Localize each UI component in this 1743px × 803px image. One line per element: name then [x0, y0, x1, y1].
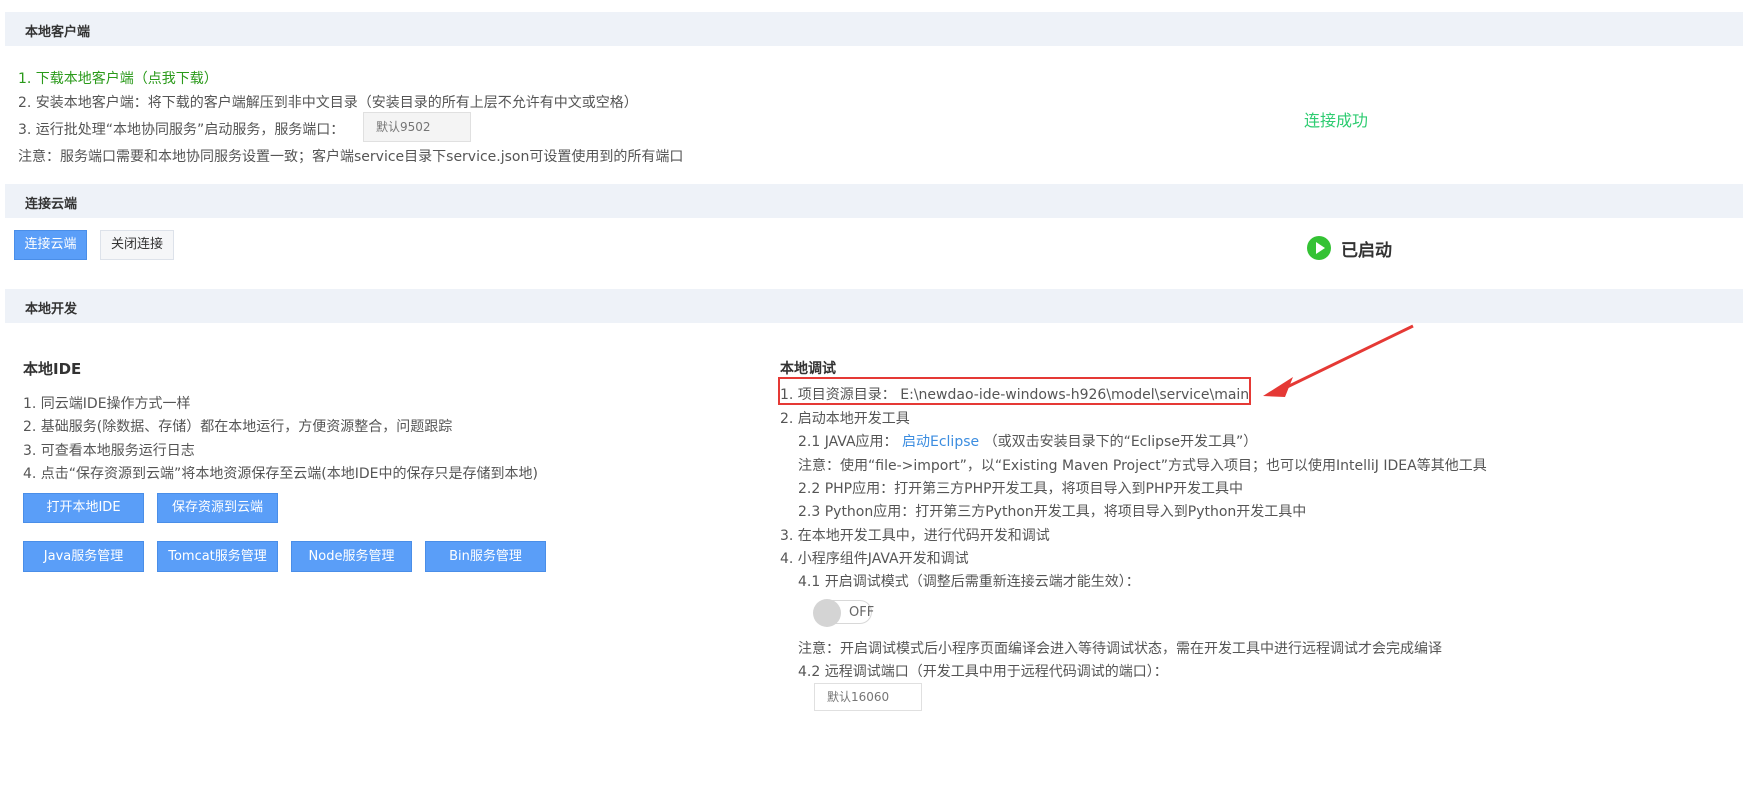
debug-mode-note: 注意：开启调试模式后小程序页面编译会进入等待调试状态，需在开发工具中进行远程调试…: [798, 641, 1442, 657]
develop-step: 3. 在本地开发工具中，进行代码开发和调试: [780, 528, 1050, 544]
java-app-step: 2.1 JAVA应用： 启动Eclipse （或双击安装目录下的“Eclipse…: [798, 431, 1257, 451]
section-header-connect-cloud: 连接云端: [5, 184, 1743, 218]
php-app-step: 2.2 PHP应用：打开第三方PHP开发工具，将项目导入到PHP开发工具中: [798, 481, 1243, 497]
run-service-step: 3. 运行批处理“本地协同服务”启动服务，服务端口：: [18, 122, 345, 138]
connection-status: 连接成功: [1304, 111, 1369, 130]
open-local-ide-button[interactable]: 打开本地IDE: [23, 493, 144, 523]
list-item: 1. 同云端IDE操作方式一样: [23, 396, 191, 412]
list-item: 4. 点击“保存资源到云端”将本地资源保存至云端(本地IDE中的保存只是存储到本…: [23, 466, 538, 482]
port-note: 注意：服务端口需要和本地协同服务设置一致；客户端service目录下servic…: [18, 149, 684, 165]
java-app-label: 2.1 JAVA应用：: [798, 434, 898, 450]
local-ide-title: 本地IDE: [23, 360, 82, 378]
toggle-label: OFF: [849, 605, 875, 620]
python-app-step: 2.3 Python应用：打开第三方Python开发工具，将项目导入到Pytho…: [798, 504, 1307, 520]
debug-port-input[interactable]: [814, 683, 922, 711]
start-tools-step: 2. 启动本地开发工具: [780, 411, 910, 427]
save-to-cloud-button[interactable]: 保存资源到云端: [157, 493, 278, 523]
section-title: 本地客户端: [25, 25, 91, 40]
section-title: 连接云端: [25, 197, 78, 212]
disconnect-button[interactable]: 关闭连接: [100, 230, 174, 260]
annotation-arrow-icon: [1263, 324, 1414, 397]
connect-cloud-button[interactable]: 连接云端: [14, 230, 87, 260]
section-header-local-dev: 本地开发: [5, 289, 1743, 323]
tomcat-service-button[interactable]: Tomcat服务管理: [157, 541, 278, 572]
cloud-status: 已启动: [1341, 241, 1392, 261]
service-port-input[interactable]: [363, 112, 471, 142]
debug-mode-toggle[interactable]: OFF: [813, 599, 875, 627]
list-item: 2. 基础服务(除数据、存储）都在本地运行，方便资源整合，问题跟踪: [23, 419, 453, 435]
play-icon: [1307, 236, 1331, 260]
node-service-button[interactable]: Node服务管理: [291, 541, 412, 572]
java-app-hint: （或双击安装目录下的“Eclipse开发工具”）: [983, 434, 1258, 450]
miniprogram-step: 4. 小程序组件JAVA开发和调试: [780, 551, 969, 567]
debug-mode-step: 4.1 开启调试模式（调整后需重新连接云端才能生效）：: [798, 574, 1140, 590]
bin-service-button[interactable]: Bin服务管理: [425, 541, 546, 572]
import-note: 注意：使用“file->import”，以“Existing Maven Pro…: [798, 458, 1487, 474]
highlight-box: [778, 377, 1251, 405]
remote-debug-port-step: 4.2 远程调试端口（开发工具中用于远程代码调试的端口）：: [798, 664, 1168, 680]
launch-eclipse-link[interactable]: 启动Eclipse: [902, 434, 979, 450]
section-header-local-client: 本地客户端: [5, 12, 1743, 46]
toggle-knob: [813, 599, 841, 627]
section-title: 本地开发: [25, 302, 78, 317]
java-service-button[interactable]: Java服务管理: [23, 541, 144, 572]
local-debug-title: 本地调试: [780, 361, 836, 377]
install-step: 2. 安装本地客户端：将下载的客户端解压到非中文目录（安装目录的所有上层不允许有…: [18, 95, 638, 111]
download-client-link[interactable]: 1. 下载本地客户端（点我下载）: [18, 68, 218, 88]
list-item: 3. 可查看本地服务运行日志: [23, 443, 195, 459]
